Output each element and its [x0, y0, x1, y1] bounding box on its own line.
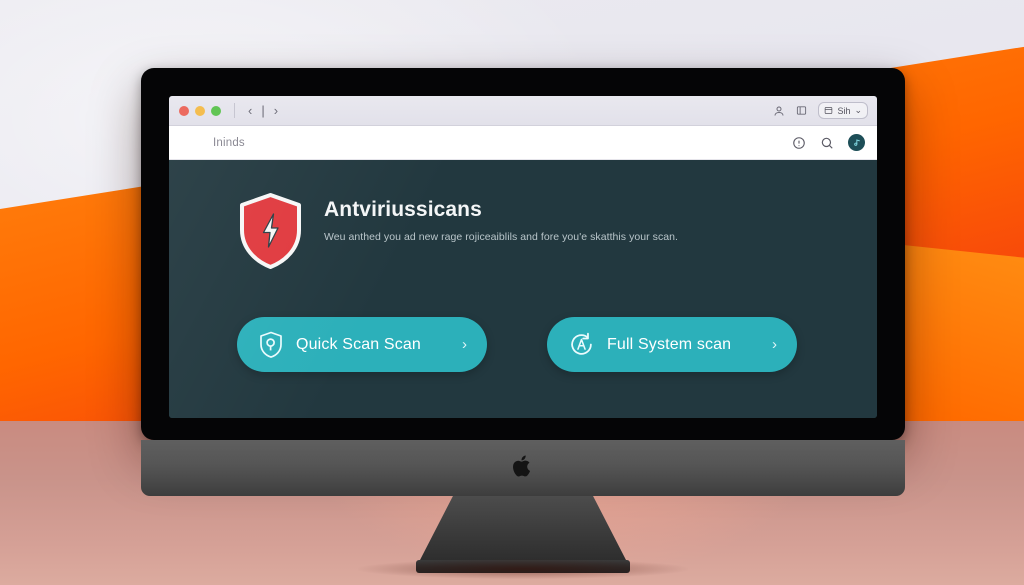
user-icon[interactable]	[773, 105, 785, 117]
page-subtitle: Weu anthed you ad new rage rojiceaiblils…	[324, 231, 679, 244]
tabstrip-actions	[792, 134, 865, 151]
monitor-bezel: ‹ | › Sih ⌄ Ininds Antviriussicans Weu a…	[141, 68, 905, 440]
traffic-lights[interactable]	[179, 105, 221, 116]
monitor-chin	[141, 440, 905, 496]
shield-search-icon	[259, 331, 283, 358]
nav-divider: |	[261, 103, 265, 118]
info-circle-icon[interactable]	[792, 136, 806, 150]
monitor-stand	[420, 496, 626, 560]
full-system-scan-label: Full System scan	[607, 335, 732, 353]
toolbar-divider	[234, 103, 235, 118]
account-pill-button[interactable]: Sih ⌄	[818, 102, 868, 119]
tab-ininds[interactable]: Ininds	[213, 137, 245, 149]
forward-icon[interactable]: ›	[274, 104, 278, 117]
chevron-right-icon: ›	[772, 336, 777, 353]
stand-shadow	[358, 559, 688, 579]
full-scan-refresh-icon	[569, 332, 594, 357]
hero-section: Antviriussicans Weu anthed you ad new ra…	[169, 190, 877, 275]
panel-icon[interactable]	[796, 105, 807, 116]
window-icon	[825, 107, 833, 114]
back-icon[interactable]: ‹	[248, 104, 252, 117]
browser-tabstrip: Ininds	[169, 126, 877, 160]
zoom-button[interactable]	[211, 105, 221, 116]
red-shield-alert-icon	[237, 192, 304, 275]
page-content: Antviriussicans Weu anthed you ad new ra…	[169, 160, 877, 418]
full-system-scan-button[interactable]: Full System scan ›	[547, 317, 797, 372]
minimize-button[interactable]	[195, 105, 205, 116]
search-icon[interactable]	[820, 136, 834, 150]
chevron-down-icon: ⌄	[854, 105, 862, 115]
monitor-stand-foot	[358, 559, 688, 579]
browser-titlebar: ‹ | › Sih ⌄	[169, 96, 877, 126]
quick-scan-label: Quick Scan Scan	[296, 335, 421, 353]
apple-logo	[513, 455, 531, 477]
close-button[interactable]	[179, 105, 189, 116]
chevron-right-icon: ›	[462, 336, 467, 353]
hero-text-block: Antviriussicans Weu anthed you ad new ra…	[324, 190, 678, 244]
account-pill-label: Sih	[837, 105, 851, 116]
quick-scan-button[interactable]: Quick Scan Scan ›	[237, 317, 487, 372]
titlebar-right-controls: Sih ⌄	[773, 102, 868, 119]
imac-device: ‹ | › Sih ⌄ Ininds Antviriussicans Weu a…	[141, 68, 905, 579]
scan-actions: Quick Scan Scan › Full System scan ›	[169, 317, 877, 372]
monitor-screen: ‹ | › Sih ⌄ Ininds Antviriussicans Weu a…	[169, 96, 877, 418]
nav-buttons[interactable]: ‹ | ›	[248, 104, 278, 117]
user-avatar-badge[interactable]	[848, 134, 865, 151]
page-title: Antviriussicans	[324, 198, 482, 221]
